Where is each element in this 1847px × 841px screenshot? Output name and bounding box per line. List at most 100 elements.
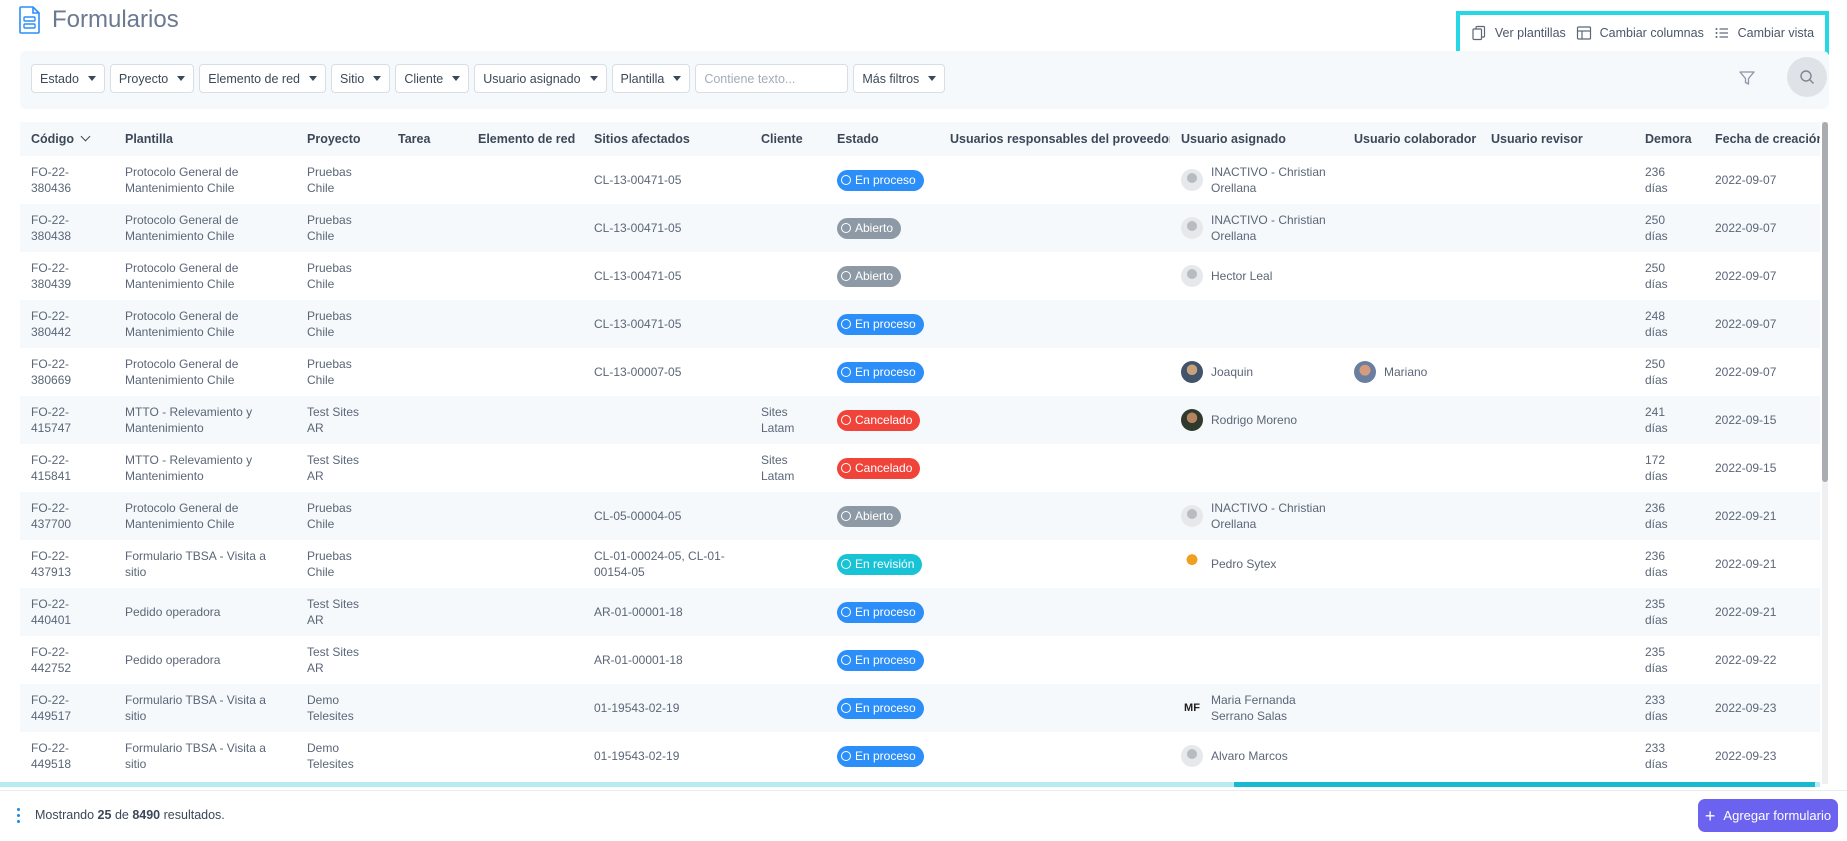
cell-estado: En proceso bbox=[826, 684, 939, 732]
table-row[interactable]: FO-22- 415841 MTTO - Relevamiento y Manteni… bbox=[20, 444, 1820, 492]
cell-tarea bbox=[387, 684, 467, 732]
user-name-line1: Joaquin bbox=[1211, 365, 1254, 379]
col-usuarios-responsables[interactable]: Usuarios responsables del proveedor bbox=[939, 122, 1170, 156]
col-proyecto[interactable]: Proyecto bbox=[296, 122, 387, 156]
col-estado[interactable]: Estado bbox=[826, 122, 939, 156]
col-elemento-de-red[interactable]: Elemento de red bbox=[467, 122, 583, 156]
cell-codigo: FO-22- 449517 bbox=[20, 684, 114, 732]
cell-responsables bbox=[939, 492, 1170, 540]
col-fecha-creacion[interactable]: Fecha de creación bbox=[1704, 122, 1820, 156]
table-row[interactable]: FO-22- 449518 Formulario TBSA - Visita a si… bbox=[20, 732, 1820, 780]
col-usuario-revisor[interactable]: Usuario revisor bbox=[1480, 122, 1634, 156]
col-codigo[interactable]: Código bbox=[20, 122, 114, 156]
demora-line2: días bbox=[1645, 613, 1668, 627]
filter-cliente[interactable]: Cliente bbox=[395, 64, 470, 93]
assigned-user-name: Maria Fernanda Serrano Salas bbox=[1211, 692, 1296, 724]
cell-cliente bbox=[750, 588, 826, 636]
plantilla-line2: Mantenimiento Chile bbox=[125, 373, 235, 387]
filter-estado[interactable]: Estado bbox=[31, 64, 105, 93]
cell-codigo: FO-22- 437913 bbox=[20, 540, 114, 588]
demora-line2: días bbox=[1645, 277, 1668, 291]
assigned-user[interactable]: MF Maria Fernanda Serrano Salas bbox=[1181, 692, 1343, 724]
col-cliente[interactable]: Cliente bbox=[750, 122, 826, 156]
user-name-line1: Mariano bbox=[1384, 365, 1428, 379]
table-row[interactable]: FO-22- 380442 Protocolo General de Mantenim… bbox=[20, 300, 1820, 348]
list-icon bbox=[1715, 28, 1728, 38]
assigned-user[interactable]: INACTIVO - Christian Orellana bbox=[1181, 164, 1343, 196]
cell-usuario-revisor bbox=[1480, 348, 1634, 396]
assigned-user[interactable]: INACTIVO - Christian Orellana bbox=[1181, 212, 1343, 244]
view-templates-button[interactable]: Ver plantillas bbox=[1471, 25, 1566, 41]
proyecto-line2: AR bbox=[307, 661, 324, 675]
cell-plantilla: MTTO - Relevamiento y Mantenimiento bbox=[114, 396, 296, 444]
vertical-scrollbar[interactable] bbox=[1822, 122, 1828, 784]
cell-elemento-de-red bbox=[467, 396, 583, 444]
table-row[interactable]: FO-22- 380439 Protocolo General de Mantenim… bbox=[20, 252, 1820, 300]
cell-cliente bbox=[750, 540, 826, 588]
filter-bar: Estado Proyecto Elemento de red Sitio Cl… bbox=[20, 51, 1829, 109]
collaborator-user[interactable]: Mariano bbox=[1354, 361, 1480, 383]
table-row[interactable]: FO-22- 442752 Pedido operadora Test Sites AR… bbox=[20, 636, 1820, 684]
col-sitios-afectados[interactable]: Sitios afectados bbox=[583, 122, 750, 156]
cell-fecha-creacion: 2022-09-21 bbox=[1704, 492, 1820, 540]
add-form-button[interactable]: + Agregar formulario bbox=[1698, 799, 1838, 832]
assigned-user[interactable]: Pedro Sytex bbox=[1181, 553, 1343, 575]
col-tarea[interactable]: Tarea bbox=[387, 122, 467, 156]
horizontal-scroll-thumb[interactable] bbox=[1234, 782, 1815, 787]
demora-line2: días bbox=[1645, 469, 1668, 483]
sitios-line1: CL-13-00471-05 bbox=[594, 173, 682, 187]
more-filters-button[interactable]: Más filtros bbox=[853, 64, 946, 93]
text-search-input[interactable] bbox=[695, 64, 849, 93]
change-view-button[interactable]: Cambiar vista bbox=[1714, 25, 1814, 41]
assigned-user[interactable]: Rodrigo Moreno bbox=[1181, 409, 1343, 431]
kebab-menu-icon[interactable] bbox=[17, 808, 21, 823]
filter-proyecto[interactable]: Proyecto bbox=[109, 64, 195, 93]
col-demora[interactable]: Demora bbox=[1634, 122, 1704, 156]
plantilla-line1: Pedido operadora bbox=[125, 605, 221, 619]
filter-plantilla[interactable]: Plantilla bbox=[611, 64, 691, 93]
sitios-line1: AR-01-00001-18 bbox=[594, 605, 683, 619]
cell-demora: 250 días bbox=[1634, 348, 1704, 396]
copy-icon bbox=[1472, 25, 1486, 41]
filter-sitio[interactable]: Sitio bbox=[331, 64, 391, 93]
filter-usuario-asignado[interactable]: Usuario asignado bbox=[474, 64, 607, 93]
vertical-scroll-thumb[interactable] bbox=[1822, 122, 1828, 482]
col-usuario-asignado[interactable]: Usuario asignado bbox=[1170, 122, 1343, 156]
filter-elemento-de-red[interactable]: Elemento de red bbox=[199, 64, 326, 93]
col-usuario-colaborador[interactable]: Usuario colaborador bbox=[1343, 122, 1480, 156]
assigned-user[interactable]: Joaquin bbox=[1181, 361, 1343, 383]
table-row[interactable]: FO-22- 380669 Protocolo General de Mantenim… bbox=[20, 348, 1820, 396]
table-row[interactable]: FO-22- 415747 MTTO - Relevamiento y Manteni… bbox=[20, 396, 1820, 444]
cell-plantilla: MTTO - Relevamiento y Mantenimiento bbox=[114, 444, 296, 492]
table-row[interactable]: FO-22- 380436 Protocolo General de Mantenim… bbox=[20, 156, 1820, 204]
codigo-line1: FO-22- bbox=[31, 261, 70, 275]
proyecto-line1: Test Sites bbox=[307, 405, 360, 419]
table-row[interactable]: FO-22- 440401 Pedido operadora Test Sites AR… bbox=[20, 588, 1820, 636]
demora-line1: 236 bbox=[1645, 549, 1666, 563]
change-columns-button[interactable]: Cambiar columnas bbox=[1576, 25, 1704, 41]
table-row[interactable]: FO-22- 437700 Protocolo General de Mantenim… bbox=[20, 492, 1820, 540]
status-label: En proceso bbox=[855, 653, 916, 667]
table-row[interactable]: FO-22- 380438 Protocolo General de Mantenim… bbox=[20, 204, 1820, 252]
codigo-line2: 380436 bbox=[31, 181, 72, 195]
table-row[interactable]: FO-22- 437913 Formulario TBSA - Visita a si… bbox=[20, 540, 1820, 588]
cell-usuario-asignado: Joaquin bbox=[1170, 348, 1343, 396]
search-button[interactable] bbox=[1787, 57, 1827, 97]
cell-cliente bbox=[750, 348, 826, 396]
user-name-line1: INACTIVO - Christian bbox=[1211, 165, 1326, 179]
status-circle-icon bbox=[841, 655, 851, 665]
cell-fecha-creacion: 2022-09-23 bbox=[1704, 684, 1820, 732]
cell-proyecto: Test Sites AR bbox=[296, 636, 387, 684]
assigned-user[interactable]: Hector Leal bbox=[1181, 265, 1343, 287]
plantilla-line1: Formulario TBSA - Visita a bbox=[125, 549, 266, 563]
cell-usuario-asignado: INACTIVO - Christian Orellana bbox=[1170, 156, 1343, 204]
horizontal-scrollbar[interactable] bbox=[0, 782, 1820, 787]
assigned-user[interactable]: INACTIVO - Christian Orellana bbox=[1181, 500, 1343, 532]
cell-fecha-creacion: 2022-09-21 bbox=[1704, 588, 1820, 636]
table-row[interactable]: FO-22- 449517 Formulario TBSA - Visita a si… bbox=[20, 684, 1820, 732]
cell-elemento-de-red bbox=[467, 204, 583, 252]
cell-elemento-de-red bbox=[467, 156, 583, 204]
assigned-user[interactable]: Alvaro Marcos bbox=[1181, 745, 1343, 767]
filter-funnel-icon[interactable] bbox=[1738, 69, 1756, 87]
col-plantilla[interactable]: Plantilla bbox=[114, 122, 296, 156]
